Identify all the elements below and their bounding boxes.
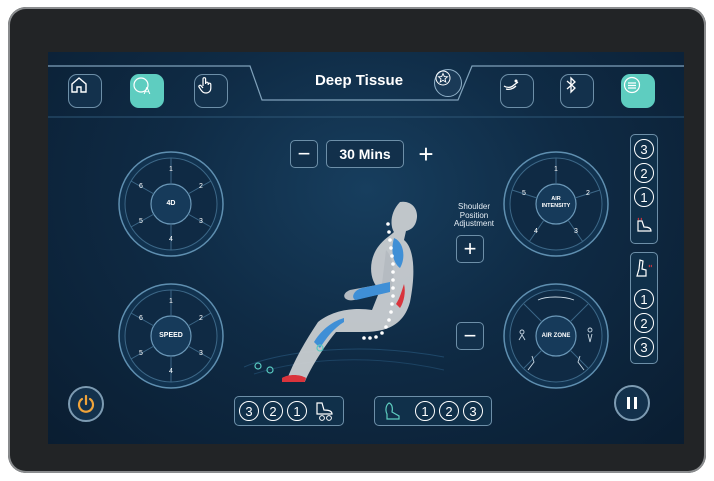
auto-mode-letter: A [143, 85, 151, 97]
bluetooth-icon [566, 76, 576, 94]
dial-air-zone-label: AIR ZONE [541, 333, 571, 339]
calf-panel: 1 2 3 [374, 396, 492, 426]
foot-heat-panel: 3 2 1 [630, 134, 658, 244]
foot-heat-level-3[interactable]: 3 [634, 139, 654, 159]
dial-air-intensity-label-2: INTENSITY [541, 203, 571, 209]
dial-air-seg-1[interactable]: 1 [552, 166, 560, 174]
dial-4d-seg-1[interactable]: 1 [167, 166, 175, 174]
dial-speed-seg-5[interactable]: 5 [137, 350, 145, 358]
dial-speed-seg-6[interactable]: 6 [137, 315, 145, 323]
chair-recline-icon [503, 79, 519, 91]
dial-speed-seg-4[interactable]: 4 [167, 368, 175, 376]
dial-air-seg-4[interactable]: 4 [532, 228, 540, 236]
back-heat-level-2[interactable]: 2 [634, 313, 654, 333]
back-heat-level-3[interactable]: 3 [634, 337, 654, 357]
foot-heat-level-1[interactable]: 1 [634, 187, 654, 207]
dial-4d-seg-4[interactable]: 4 [167, 236, 175, 244]
calf-level-1[interactable]: 1 [415, 401, 435, 421]
menu-icon [623, 76, 641, 94]
dial-air-intensity-label-1: AIR [551, 196, 561, 202]
dial-speed-seg-2[interactable]: 2 [197, 315, 205, 323]
foot-heat-level-2[interactable]: 2 [634, 163, 654, 183]
timer-value: 30 Mins [326, 140, 404, 168]
dial-speed[interactable]: SPEED 1 2 3 4 5 6 [117, 282, 225, 390]
auto-mode-button[interactable]: A [130, 74, 164, 108]
dial-speed-seg-1[interactable]: 1 [167, 298, 175, 306]
home-icon [71, 77, 87, 93]
dial-4d-seg-6[interactable]: 6 [137, 183, 145, 191]
dial-air-seg-2[interactable]: 2 [584, 190, 592, 198]
foot-heat-icon [637, 217, 652, 232]
dial-air-seg-5[interactable]: 5 [520, 190, 528, 198]
star-icon [435, 70, 451, 86]
dial-4d[interactable]: 4D 1 2 3 4 5 6 [117, 150, 225, 258]
roller-track [362, 222, 395, 340]
dial-speed-seg-3[interactable]: 3 [197, 350, 205, 358]
home-button[interactable] [68, 74, 102, 108]
foot-roller-level-2[interactable]: 2 [263, 401, 283, 421]
power-icon [77, 394, 95, 413]
dial-air-seg-3[interactable]: 3 [572, 228, 580, 236]
timer-increase-button[interactable]: + [412, 139, 440, 169]
hand-icon [198, 77, 212, 94]
dial-air-intensity[interactable]: AIR INTENSITY 1 2 3 4 5 [502, 150, 610, 258]
shoulder-up-button[interactable]: + [456, 235, 484, 263]
bluetooth-button[interactable] [560, 74, 594, 108]
dial-speed-label: SPEED [159, 332, 183, 339]
pause-icon [627, 397, 637, 409]
calf-icon [385, 402, 400, 420]
massage-chair-screen: A Deep Tissue − 30 Mins + 4D 1 2 3 4 5 6… [48, 52, 684, 444]
power-button[interactable] [68, 386, 104, 422]
program-title: Deep Tissue [314, 72, 404, 89]
foot-roller-panel: 3 2 1 [234, 396, 344, 426]
dial-4d-label: 4D [166, 200, 176, 207]
back-heat-panel: 1 2 3 [630, 252, 658, 364]
foot-roller-icon [316, 402, 333, 421]
dial-air-zone[interactable]: AIR ZONE [502, 282, 610, 390]
pause-button[interactable] [614, 385, 650, 421]
menu-button[interactable] [621, 74, 655, 108]
calf-level-3[interactable]: 3 [463, 401, 483, 421]
dial-4d-seg-3[interactable]: 3 [197, 218, 205, 226]
shoulder-down-button[interactable]: − [456, 322, 484, 350]
foot-roller-gears [254, 344, 324, 374]
shoulder-adjust-label: Shoulder Position Adjustment [444, 202, 504, 229]
foot-roller-level-1[interactable]: 1 [287, 401, 307, 421]
recline-button[interactable] [500, 74, 534, 108]
manual-mode-button[interactable] [194, 74, 228, 108]
timer-decrease-button[interactable]: − [290, 140, 318, 168]
favorite-button[interactable] [434, 69, 462, 97]
shoulder-label-line-3: Adjustment [453, 219, 495, 228]
dial-4d-seg-5[interactable]: 5 [137, 218, 145, 226]
back-heat-level-1[interactable]: 1 [634, 289, 654, 309]
calf-level-2[interactable]: 2 [439, 401, 459, 421]
back-heat-icon [636, 259, 652, 277]
foot-roller-level-3[interactable]: 3 [239, 401, 259, 421]
top-bar: A Deep Tissue [48, 52, 684, 118]
dial-4d-seg-2[interactable]: 2 [197, 183, 205, 191]
